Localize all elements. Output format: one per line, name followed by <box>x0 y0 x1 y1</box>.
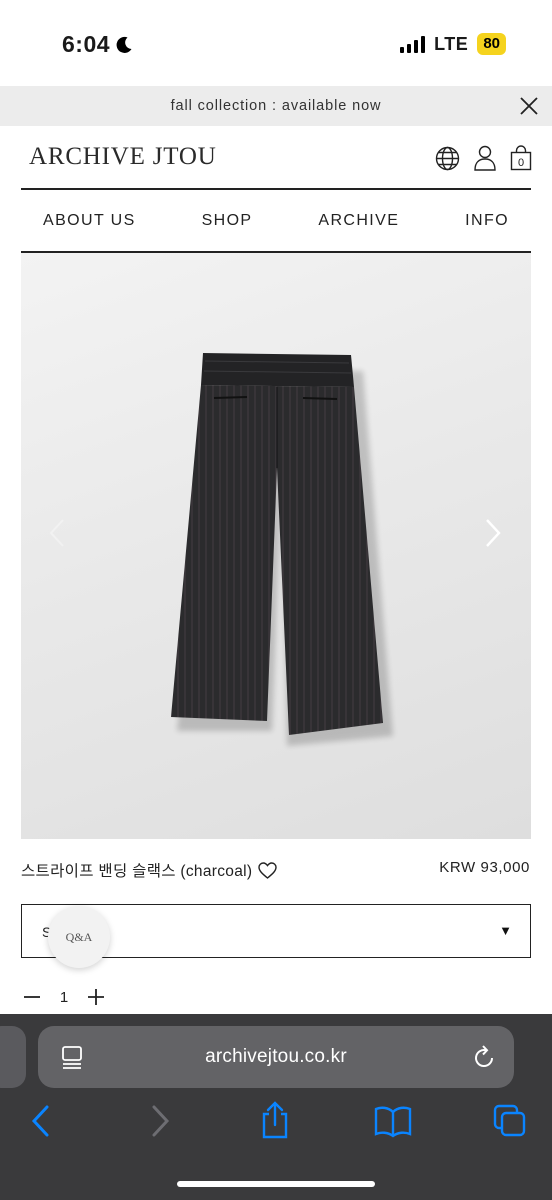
minus-icon[interactable] <box>23 988 41 1006</box>
product-name: 스트라이프 밴딩 슬랙스 (charcoal) <box>21 863 253 880</box>
quantity-value[interactable]: 1 <box>55 989 73 1006</box>
url-text[interactable]: archivejtou.co.kr <box>38 1046 514 1068</box>
forward-icon[interactable] <box>149 1104 171 1138</box>
bookmarks-icon[interactable] <box>374 1104 412 1138</box>
qa-button[interactable]: Q&A <box>48 906 110 968</box>
next-image-arrow-icon[interactable] <box>483 517 503 549</box>
previous-image-arrow-icon[interactable] <box>47 517 67 549</box>
nav-item-about-us[interactable]: ABOUT US <box>43 212 136 230</box>
close-icon[interactable] <box>518 95 540 117</box>
header-icons: 0 <box>435 145 532 171</box>
cart-count: 0 <box>518 157 524 169</box>
network-type: LTE <box>434 33 469 54</box>
product-image[interactable] <box>21 253 531 839</box>
nav-item-info[interactable]: INFO <box>465 212 509 230</box>
product-photo <box>171 353 393 746</box>
main-nav: ABOUT US SHOP ARCHIVE INFO <box>21 190 531 251</box>
back-icon[interactable] <box>30 1104 52 1138</box>
quantity-stepper: 1 <box>23 988 105 1006</box>
caret-down-icon: ▼ <box>499 923 512 938</box>
product-name-row: 스트라이프 밴딩 슬랙스 (charcoal) <box>21 859 278 881</box>
cellular-signal-icon <box>400 35 426 53</box>
site-logo[interactable]: ARCHIVE JTOU <box>29 143 217 171</box>
nav-item-archive[interactable]: ARCHIVE <box>318 212 399 230</box>
tabs-icon[interactable] <box>493 1104 527 1138</box>
status-indicators: LTE 80 <box>400 33 506 55</box>
product-price: KRW 93,000 <box>439 859 530 876</box>
moon-icon <box>116 36 132 53</box>
reload-icon[interactable] <box>472 1044 496 1070</box>
plus-icon[interactable] <box>87 988 105 1006</box>
battery-icon: 80 <box>477 33 506 55</box>
status-bar: 6:04 LTE 80 <box>0 0 552 86</box>
heart-icon[interactable] <box>258 861 278 879</box>
browser-toolbar <box>0 1101 552 1144</box>
browser-bottom-bar: archivejtou.co.kr <box>0 1014 552 1200</box>
announcement-text: fall collection : available now <box>170 98 382 114</box>
status-time: 6:04 <box>62 31 134 58</box>
home-indicator[interactable] <box>177 1181 375 1187</box>
shopping-bag-icon[interactable]: 0 <box>510 145 532 171</box>
globe-icon[interactable] <box>435 146 460 171</box>
nav-item-shop[interactable]: SHOP <box>202 212 253 230</box>
user-icon[interactable] <box>473 145 497 171</box>
announcement-bar: fall collection : available now <box>0 86 552 126</box>
address-bar[interactable]: archivejtou.co.kr <box>38 1026 514 1088</box>
share-icon[interactable] <box>259 1100 291 1140</box>
previous-tab-preview[interactable] <box>0 1026 26 1088</box>
clock-time: 6:04 <box>62 31 111 57</box>
